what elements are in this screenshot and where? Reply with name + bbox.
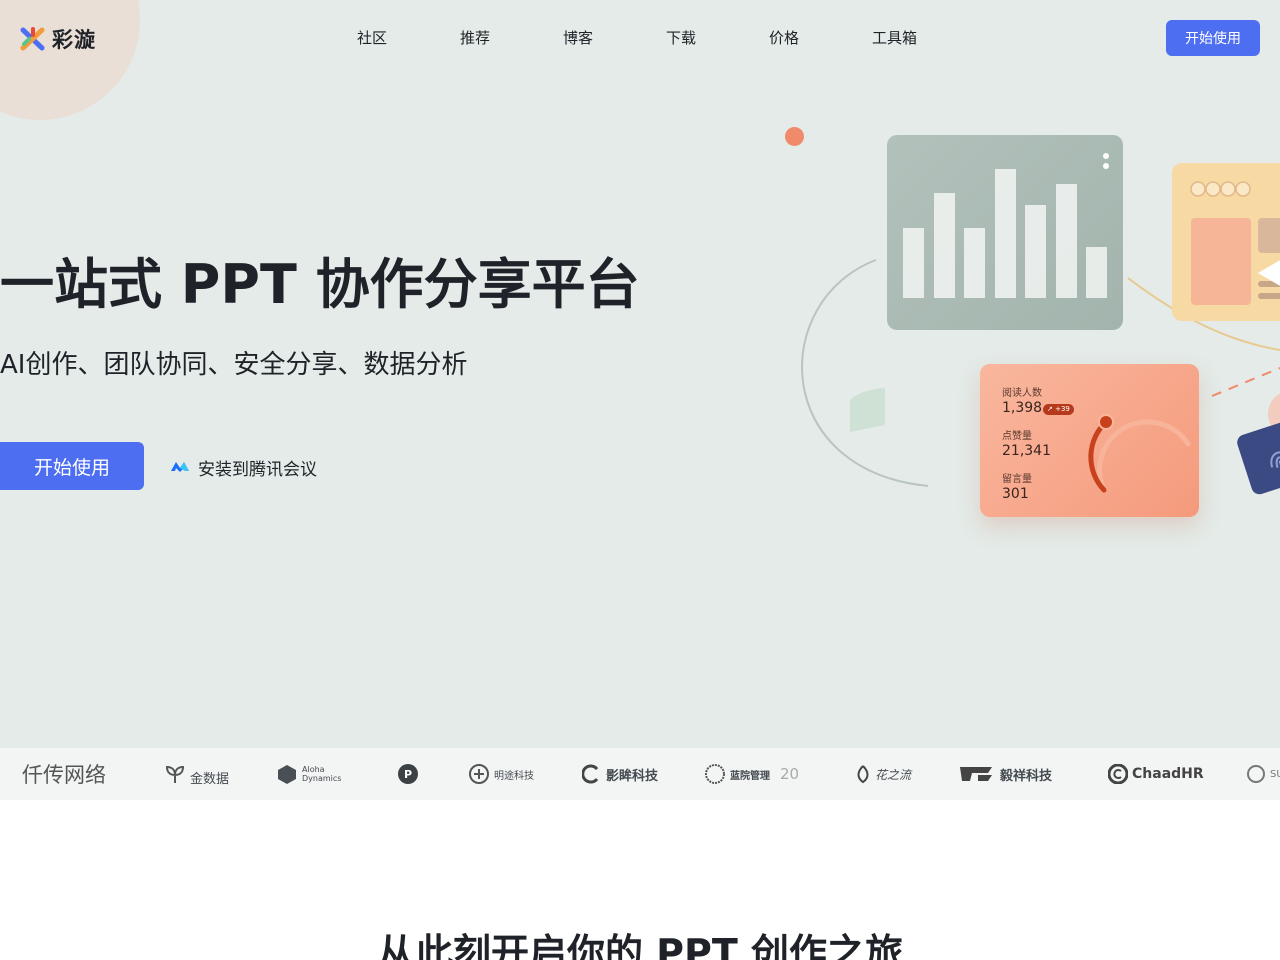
team-card (1172, 163, 1280, 321)
partner-yingmou-logo: 影眸科技 (582, 748, 658, 800)
hero-section: 彩漩 社区 推荐 博客 下载 价格 工具箱 开始使用 一站式 PPT 协作分享平… (0, 0, 1280, 748)
partner-chaadhr-logo: ChaadHR (1108, 748, 1204, 800)
svg-text:P: P (404, 768, 412, 781)
partner-p-logo: P (397, 748, 423, 800)
partner-jinshuju-logo: 金数据 (164, 748, 229, 800)
decorative-dot (785, 127, 804, 146)
partner-yixiang-logo: 毅祥科技 (958, 748, 1052, 800)
bar-chart-card (887, 135, 1123, 330)
stats-card: 阅读人数 1,398 ↗ +39 点赞量 21,341 留言量 301 (980, 364, 1199, 517)
partner-qianchuan-logo: 仟传网络 (22, 763, 106, 787)
section-title: 从此刻开启你的 PPT 创作之旅 (376, 931, 904, 960)
yingmou-icon (582, 764, 599, 784)
partner-su-logo: SU (1246, 748, 1280, 800)
team-card-illustration (1190, 181, 1280, 305)
huazhiliu-icon (857, 765, 869, 784)
jinshuju-icon (165, 765, 185, 783)
gauge-illustration (1088, 414, 1191, 493)
aloha-icon (278, 765, 296, 784)
bar-chart-illustration (903, 169, 1107, 298)
lanyuan-icon (705, 764, 725, 784)
partner-lanyuan-logo: 蓝院管理 20 (704, 748, 799, 800)
partner-mingtu-logo: 明途科技 (468, 748, 534, 800)
more-menu-icon (1103, 153, 1109, 173)
partner-aloha-logo: Aloha Dynamics (276, 748, 352, 800)
p-brand-icon: P (398, 764, 418, 784)
mingtu-icon (469, 764, 489, 784)
yixiang-icon (960, 767, 992, 781)
partner-huazhiliu-logo: 花之流 (855, 748, 911, 800)
su-icon (1247, 765, 1265, 783)
chaadhr-icon (1108, 764, 1128, 784)
partner-logo-strip: 仟传网络 金数据 Aloha Dynamics P 明途科技 影眸科技 蓝院管理… (0, 748, 1280, 800)
